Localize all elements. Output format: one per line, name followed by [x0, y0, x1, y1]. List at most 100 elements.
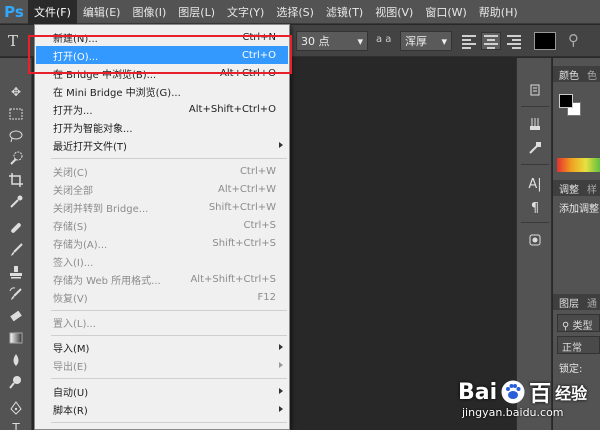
brush-preset-icon[interactable]	[525, 114, 545, 134]
tab-layers[interactable]: 图层	[559, 295, 579, 310]
history-brush-icon[interactable]	[6, 284, 26, 304]
color-panel-tabs[interactable]: 颜色 色	[553, 66, 600, 82]
annotation-highlight-box	[28, 35, 292, 74]
gradient-icon[interactable]	[6, 328, 26, 348]
font-size-value: 30 点	[301, 35, 330, 48]
tab-styles[interactable]: 样	[587, 181, 597, 196]
eraser-icon[interactable]	[6, 306, 26, 326]
right-panels: 颜色 色 调整 样 添加调整 图层 通 ⚲ 类型 正常 锁定:	[553, 58, 600, 430]
menu-separator	[51, 310, 287, 311]
styles-panel-icon[interactable]	[525, 230, 545, 250]
color-spectrum[interactable]	[557, 158, 600, 172]
chevron-down-icon: ▾	[357, 34, 363, 48]
type-icon[interactable]: T	[6, 418, 26, 430]
watermark-product: 经验	[555, 384, 588, 403]
menu-image[interactable]: 图像(I)	[126, 0, 172, 24]
menu-item-automate[interactable]: 自动(U)	[36, 382, 288, 400]
layer-filter-select[interactable]: ⚲ 类型	[557, 314, 600, 332]
menu-item-check-in: 签入(I)...	[53, 257, 94, 269]
menu-select[interactable]: 选择(S)	[270, 0, 320, 24]
tab-swatches[interactable]: 色	[587, 67, 597, 82]
layers-panel-tabs[interactable]: 图层 通	[553, 294, 600, 310]
menu-window[interactable]: 窗口(W)	[419, 0, 472, 24]
menu-item-open-smart-object[interactable]: 打开为智能对象...	[36, 118, 288, 136]
watermark-url: jingyan.baidu.com	[462, 406, 564, 419]
adjustments-panel-tabs[interactable]: 调整 样	[553, 180, 600, 196]
menu-item-save-for-web: 存储为 Web 所用格式... Alt+Shift+Ctrl+S	[53, 273, 276, 287]
menu-item-export: 导出(E)	[36, 356, 288, 374]
menu-item-save-as: 存储为(A)... Shift+Ctrl+S	[53, 237, 276, 251]
marquee-icon[interactable]	[6, 104, 26, 124]
chevron-right-icon	[279, 362, 283, 368]
menu-item-close: 关闭(C) Ctrl+W	[53, 165, 276, 179]
tab-adjustments[interactable]: 调整	[559, 181, 579, 196]
lock-label: 锁定:	[559, 364, 583, 375]
menu-layer[interactable]: 图层(L)	[172, 0, 221, 24]
menu-filter[interactable]: 滤镜(T)	[320, 0, 369, 24]
chevron-down-icon: ▾	[441, 34, 447, 48]
align-left-icon[interactable]	[462, 33, 480, 49]
brush-icon[interactable]	[6, 240, 26, 260]
history-panel-icon[interactable]	[525, 80, 545, 100]
warp-text-icon[interactable]: ⚲	[568, 31, 579, 49]
menu-separator	[51, 335, 287, 336]
pen-icon[interactable]	[6, 398, 26, 418]
menu-file[interactable]: 文件(F)	[28, 0, 77, 24]
stamp-icon[interactable]	[6, 262, 26, 282]
tool-preset-icon[interactable]	[525, 138, 545, 158]
menu-bar: Ps 文件(F) 编辑(E) 图像(I) 图层(L) 文字(Y) 选择(S) 滤…	[0, 0, 600, 24]
add-adjustment-label: 添加调整	[559, 204, 599, 215]
blend-mode-select[interactable]: 正常	[557, 336, 600, 354]
menu-type[interactable]: 文字(Y)	[221, 0, 270, 24]
layer-filter-label: 类型	[572, 321, 593, 332]
menu-item-revert: 恢复(V) F12	[53, 291, 276, 305]
menu-view[interactable]: 视图(V)	[369, 0, 419, 24]
watermark-brand-b: 百	[529, 382, 552, 407]
menu-separator	[51, 422, 287, 423]
menu-item-open-as[interactable]: 打开为... Alt+Shift+Ctrl+O	[36, 100, 288, 118]
menu-item-recent-files[interactable]: 最近打开文件(T)	[36, 136, 288, 154]
crop-icon[interactable]	[6, 170, 26, 190]
menu-item-browse-mini-bridge[interactable]: 在 Mini Bridge 中浏览(G)...	[36, 82, 288, 100]
text-color-swatch[interactable]	[534, 32, 556, 50]
paw-icon	[500, 379, 526, 405]
tab-color[interactable]: 颜色	[559, 67, 579, 82]
lasso-icon[interactable]	[6, 126, 26, 146]
move-icon[interactable]: ✥	[6, 82, 26, 102]
blur-icon[interactable]	[6, 350, 26, 370]
menu-help[interactable]: 帮助(H)	[473, 0, 524, 24]
chevron-right-icon	[279, 142, 283, 148]
anti-alias-value: 浑厚	[405, 35, 427, 48]
type-tool-icon[interactable]: T	[8, 32, 18, 50]
file-menu-dropdown: 新建(N)... Ctrl+N 打开(O)... Ctrl+O 在 Bridge 中…	[34, 24, 290, 430]
menu-separator	[51, 158, 287, 159]
menu-item-import[interactable]: 导入(M)	[36, 338, 288, 356]
font-size-select[interactable]: 30 点 ▾	[296, 31, 368, 51]
chevron-right-icon	[279, 388, 283, 394]
search-icon: ⚲	[562, 321, 573, 332]
eyedropper-icon[interactable]	[6, 192, 26, 212]
tools-panel: ✥ T	[0, 58, 32, 430]
menu-separator	[51, 378, 287, 379]
quick-select-icon[interactable]	[6, 148, 26, 168]
baidu-jingyan-watermark: Bai 百 经验	[458, 378, 588, 408]
menu-item-place: 置入(L)...	[53, 318, 96, 330]
anti-alias-select[interactable]: 浑厚 ▾	[400, 31, 452, 51]
menu-edit[interactable]: 编辑(E)	[77, 0, 127, 24]
align-center-icon[interactable]	[481, 32, 501, 50]
healing-icon[interactable]	[6, 218, 26, 238]
menu-item-close-all: 关闭全部 Alt+Ctrl+W	[53, 183, 276, 197]
chevron-right-icon	[279, 344, 283, 350]
tab-channels[interactable]: 通	[587, 295, 597, 310]
menu-item-scripts[interactable]: 脚本(R)	[36, 400, 288, 418]
menu-item-close-go-bridge: 关闭并转到 Bridge... Shift+Ctrl+W	[53, 201, 276, 215]
watermark-brand-a: Bai	[458, 379, 498, 405]
character-panel-icon[interactable]: A|	[525, 174, 545, 194]
photoshop-logo: Ps	[4, 2, 24, 21]
chevron-right-icon	[279, 406, 283, 412]
align-right-icon[interactable]	[503, 33, 521, 49]
dodge-icon[interactable]	[6, 372, 26, 392]
foreground-color-swatch[interactable]	[559, 94, 573, 108]
menu-item-save: 存储(S) Ctrl+S	[53, 219, 276, 233]
paragraph-panel-icon[interactable]: ¶	[525, 198, 545, 218]
